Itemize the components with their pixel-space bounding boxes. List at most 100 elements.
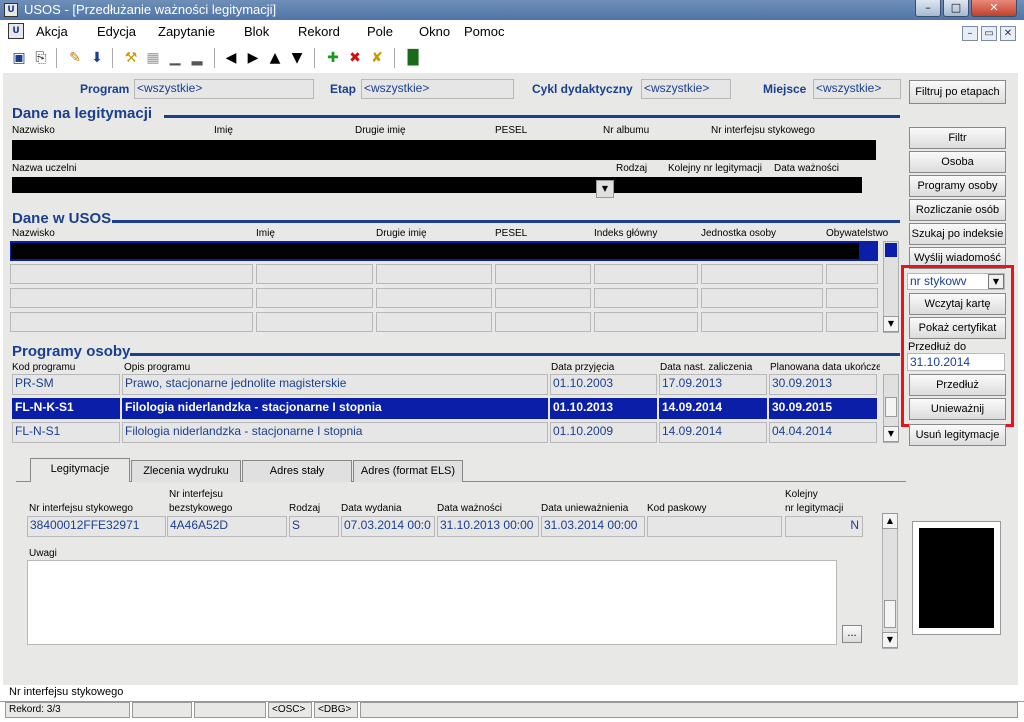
programy-osoby-button[interactable]: Programy osoby xyxy=(909,175,1006,197)
usun-legitymacje-button[interactable]: Usuń legitymacje xyxy=(909,424,1006,446)
uwagi-expand-button[interactable]: ... xyxy=(842,625,862,643)
scroll-down-icon[interactable]: ▼ xyxy=(883,426,899,442)
menu-akcja[interactable]: Akcja xyxy=(36,24,68,39)
menu-pole[interactable]: Pole xyxy=(367,24,393,39)
program-row-ukonczenie[interactable]: 30.09.2013 xyxy=(769,374,877,395)
query-execute-icon[interactable]: ▦ xyxy=(144,49,162,67)
mdi-restore-button[interactable]: ▭ xyxy=(981,26,997,41)
usos-cell[interactable] xyxy=(256,312,373,332)
pokaz-certyfikat-button[interactable]: Pokaż certyfikat xyxy=(909,317,1006,339)
menu-pomoc[interactable]: Pomoc xyxy=(464,24,504,39)
save-icon[interactable]: ▣ xyxy=(10,49,28,67)
legitymacja-data-row-2[interactable] xyxy=(12,177,862,193)
print-icon[interactable]: ⎘ xyxy=(32,49,50,67)
tab-adres-els[interactable]: Adres (format ELS) xyxy=(353,460,463,482)
filtr-button[interactable]: Filtr xyxy=(909,127,1006,149)
detail-rodzaj-field[interactable]: S xyxy=(289,516,339,537)
clear-record-icon[interactable]: ✘ xyxy=(368,49,386,67)
usos-cell[interactable] xyxy=(594,312,698,332)
uniewaznij-button[interactable]: Unieważnij xyxy=(909,398,1006,420)
szukaj-po-indeksie-button[interactable]: Szukaj po indeksie xyxy=(909,223,1006,245)
usos-cell[interactable] xyxy=(376,312,492,332)
menu-rekord[interactable]: Rekord xyxy=(298,24,340,39)
usos-cell[interactable] xyxy=(701,288,823,308)
usos-cell[interactable] xyxy=(826,312,878,332)
detail-interfejs-field[interactable]: 38400012FFE32971 xyxy=(27,516,166,537)
close-button[interactable]: ✕ xyxy=(971,0,1017,17)
detail-wydania-field[interactable]: 07.03.2014 00:0 xyxy=(341,516,435,537)
usos-cell[interactable] xyxy=(10,288,253,308)
menu-okno[interactable]: Okno xyxy=(419,24,450,39)
menu-edycja[interactable]: Edycja xyxy=(97,24,136,39)
usos-scroll-thumb[interactable] xyxy=(885,243,897,257)
uwagi-textarea[interactable] xyxy=(27,560,837,645)
program-row-opis[interactable]: Prawo, stacjonarne jednolite magisterski… xyxy=(122,374,548,395)
detail-waznosci-field[interactable]: 31.10.2013 00:00 xyxy=(437,516,539,537)
count-hits-icon[interactable]: ▂ xyxy=(188,49,206,67)
next-block-icon[interactable]: ▶ xyxy=(244,49,262,67)
program-row-zaliczenie[interactable]: 14.09.2014 xyxy=(659,398,767,419)
rozliczanie-osob-button[interactable]: Rozliczanie osób xyxy=(909,199,1006,221)
program-row-kod[interactable]: FL-N-K-S1 xyxy=(12,398,120,419)
program-row-kod[interactable]: PR-SM xyxy=(12,374,120,395)
usos-cell[interactable] xyxy=(10,264,253,284)
przedluz-button[interactable]: Przedłuż xyxy=(909,374,1006,396)
usos-cell[interactable] xyxy=(376,288,492,308)
next-record-icon[interactable]: ▼ xyxy=(288,49,306,67)
scroll-down-icon[interactable]: ▼ xyxy=(883,316,899,332)
tab-adres-staly[interactable]: Adres stały xyxy=(242,460,352,482)
usos-cell[interactable] xyxy=(376,264,492,284)
delete-record-icon[interactable]: ✖ xyxy=(346,49,364,67)
tab-legitymacje[interactable]: Legitymacje xyxy=(30,458,130,482)
maximize-button[interactable]: □ xyxy=(943,0,969,17)
detail-kod-field[interactable] xyxy=(647,516,782,537)
uczelnia-dropdown-icon[interactable]: ▼ xyxy=(596,180,614,198)
przedluz-do-field[interactable]: 31.10.2014 xyxy=(907,353,1005,371)
previous-record-icon[interactable]: ▲ xyxy=(266,49,284,67)
mdi-close-button[interactable]: ✕ xyxy=(1000,26,1016,41)
legitymacja-data-row[interactable] xyxy=(12,140,876,160)
detail-scrollbar[interactable]: ▲ ▼ xyxy=(882,513,898,649)
usos-cell[interactable] xyxy=(701,312,823,332)
insert-record-icon[interactable]: ✚ xyxy=(324,49,342,67)
usos-cell[interactable] xyxy=(10,312,253,332)
detail-kolejny-field[interactable]: N xyxy=(785,516,863,537)
program-row-opis[interactable]: Filologia niderlandzka - stacjonarne I s… xyxy=(122,422,548,443)
program-row-opis[interactable]: Filologia niderlandzka - stacjonarne I s… xyxy=(122,398,548,419)
menu-blok[interactable]: Blok xyxy=(244,24,269,39)
usos-cell[interactable] xyxy=(594,264,698,284)
mdi-minimize-button[interactable]: – xyxy=(962,26,978,41)
program-row-przyjecie[interactable]: 01.10.2013 xyxy=(550,398,657,419)
query-icon[interactable]: ⚒ xyxy=(122,49,140,67)
usos-cell[interactable] xyxy=(495,312,591,332)
tab-zlecenia-wydruku[interactable]: Zlecenia wydruku xyxy=(131,460,241,482)
osoba-button[interactable]: Osoba xyxy=(909,151,1006,173)
etap-field[interactable]: <wszystkie> xyxy=(361,79,514,99)
usos-cell[interactable] xyxy=(256,264,373,284)
cykl-field[interactable]: <wszystkie> xyxy=(641,79,731,99)
usos-cell[interactable] xyxy=(256,288,373,308)
program-row-kod[interactable]: FL-N-S1 xyxy=(12,422,120,443)
usos-cell[interactable] xyxy=(594,288,698,308)
chevron-down-icon[interactable]: ▼ xyxy=(988,274,1004,289)
usos-cell[interactable] xyxy=(826,264,878,284)
program-row-przyjecie[interactable]: 01.10.2009 xyxy=(550,422,657,443)
program-row-zaliczenie[interactable]: 17.09.2013 xyxy=(659,374,767,395)
minimize-button[interactable]: – xyxy=(915,0,941,17)
usos-cell[interactable] xyxy=(495,264,591,284)
usos-scrollbar[interactable]: ▼ xyxy=(883,241,899,333)
count-icon[interactable]: ▁ xyxy=(166,49,184,67)
exit-door-icon[interactable]: █ xyxy=(404,49,422,67)
program-row-zaliczenie[interactable]: 14.09.2014 xyxy=(659,422,767,443)
usos-row-selected[interactable] xyxy=(10,241,878,261)
filter-by-stages-button[interactable]: Filtruj po etapach xyxy=(909,80,1006,104)
scroll-down-icon[interactable]: ▼ xyxy=(882,632,898,648)
edit-pencil-icon[interactable]: ✎ xyxy=(66,49,84,67)
usos-cell[interactable] xyxy=(495,288,591,308)
previous-block-icon[interactable]: ◀ xyxy=(222,49,240,67)
program-row-przyjecie[interactable]: 01.10.2003 xyxy=(550,374,657,395)
menu-zapytanie[interactable]: Zapytanie xyxy=(158,24,215,39)
program-row-ukonczenie[interactable]: 30.09.2015 xyxy=(769,398,877,419)
miejsce-field[interactable]: <wszystkie> xyxy=(813,79,901,99)
usos-cell[interactable] xyxy=(701,264,823,284)
